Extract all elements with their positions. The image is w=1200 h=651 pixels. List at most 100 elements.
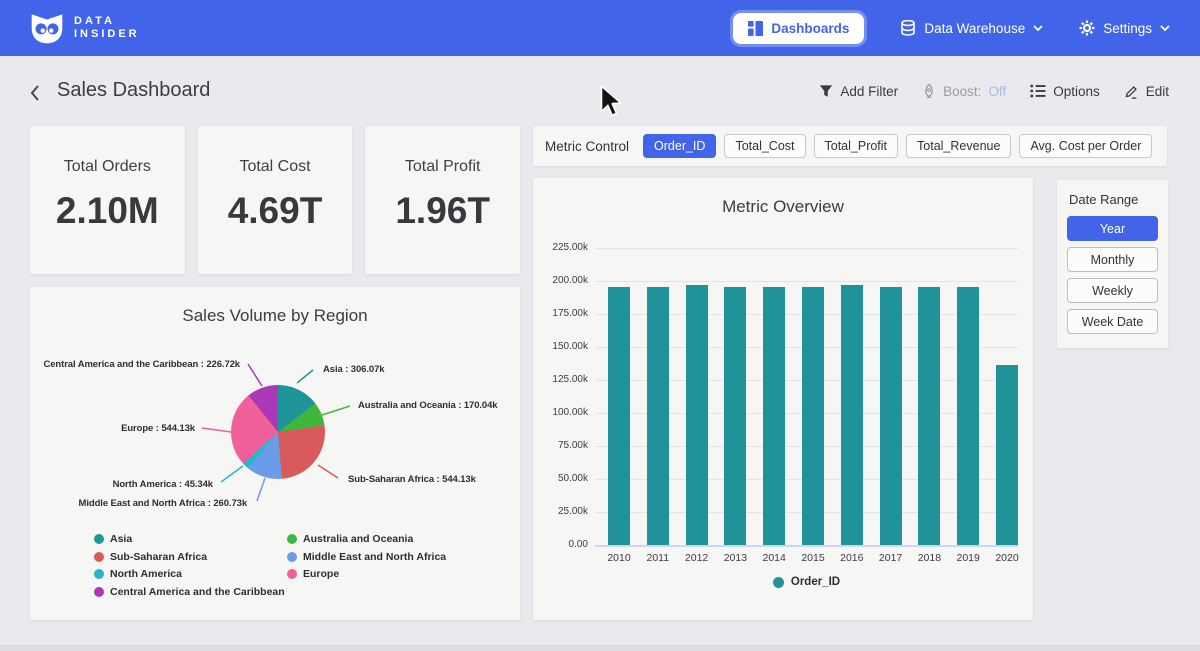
chevron-down-icon <box>1160 25 1170 32</box>
kpi-card-total-profit: Total Profit 1.96T <box>365 126 520 274</box>
legend-label: Sub-Saharan Africa <box>110 551 207 563</box>
pie-legend-item-asia[interactable]: Asia <box>94 533 132 545</box>
legend-dot <box>287 552 297 562</box>
pencil-icon <box>1124 84 1139 99</box>
x-tick-label: 2019 <box>948 552 988 564</box>
legend-label: Order_ID <box>791 576 840 588</box>
kpi-label: Total Orders <box>64 158 151 176</box>
pie-legend-item-europe[interactable]: Europe <box>287 568 339 580</box>
metric-button-avg-cost-per-order[interactable]: Avg. Cost per Order <box>1019 134 1152 158</box>
filter-funnel-icon <box>819 84 833 98</box>
metric-button-total-cost[interactable]: Total_Cost <box>724 134 805 158</box>
y-tick-label: 50.00k <box>533 473 588 484</box>
dashboards-button[interactable]: Dashboards <box>733 13 864 44</box>
gridline <box>595 281 1018 282</box>
metric-button-total-revenue[interactable]: Total_Revenue <box>906 134 1011 158</box>
pie-legend-item-middle-east-and-north-africa[interactable]: Middle East and North Africa <box>287 551 446 563</box>
database-icon <box>900 20 916 36</box>
legend-dot <box>773 577 784 588</box>
x-tick-label: 2020 <box>987 552 1027 564</box>
options-button[interactable]: Options <box>1030 84 1100 99</box>
date-range-button-weekly[interactable]: Weekly <box>1067 278 1158 303</box>
pie-callout-central-america-and-the-caribbean: Central America and the Caribbean : 226.… <box>43 359 240 370</box>
boost-state: Off <box>988 84 1006 99</box>
kpi-card-total-cost: Total Cost 4.69T <box>198 126 353 274</box>
bar-legend-item-order-id[interactable]: Order_ID <box>773 576 840 588</box>
pie-callout-europe: Europe : 544.13k <box>121 423 195 434</box>
metric-control-label: Metric Control <box>545 139 629 154</box>
y-tick-label: 100.00k <box>533 407 588 418</box>
y-tick-label: 125.00k <box>533 374 588 385</box>
chevron-left-icon <box>28 84 42 102</box>
app-logo[interactable]: DATA INSIDER <box>30 11 140 45</box>
metric-button-total-profit[interactable]: Total_Profit <box>814 134 899 158</box>
pie-legend-item-australia-and-oceania[interactable]: Australia and Oceania <box>287 533 413 545</box>
metric-overview-card: Metric Overview 0.00 25.00k 50.00k 75.00k 10… <box>533 178 1033 620</box>
legend-dot <box>287 534 297 544</box>
date-range-button-monthly[interactable]: Monthly <box>1067 247 1158 272</box>
kpi-label: Total Cost <box>239 158 310 176</box>
bar-2015[interactable] <box>802 287 824 545</box>
edit-button[interactable]: Edit <box>1124 84 1169 99</box>
pie-legend-item-central-america-and-the-caribbean[interactable]: Central America and the Caribbean <box>94 586 285 598</box>
bar-2018[interactable] <box>918 287 940 545</box>
bottom-strip <box>0 645 1200 651</box>
bar-2016[interactable] <box>841 285 863 545</box>
mouse-cursor <box>598 84 624 118</box>
kpi-row: Total Orders 2.10M Total Cost 4.69T Tota… <box>30 126 520 274</box>
x-tick-label: 2014 <box>754 552 794 564</box>
x-tick-label: 2012 <box>677 552 717 564</box>
pie-callout-middle-east-and-north-africa: Middle East and North Africa : 260.73k <box>79 498 247 509</box>
dashboard-grid-icon <box>748 21 763 36</box>
x-tick-label: 2013 <box>715 552 755 564</box>
legend-dot <box>94 534 104 544</box>
kpi-value: 4.69T <box>228 190 323 232</box>
x-tick-label: 2018 <box>909 552 949 564</box>
y-tick-label: 200.00k <box>533 275 588 286</box>
date-range-card: Date Range YearMonthlyWeeklyWeek Date <box>1057 180 1168 348</box>
legend-dot <box>94 587 104 597</box>
metric-buttons: Order_ID Total_Cost Total_Profit Total_Reve… <box>643 134 1152 158</box>
date-range-buttons: Year Monthly Weekly Week Date <box>1067 216 1158 334</box>
legend-label: North America <box>110 568 182 580</box>
date-range-button-week-date[interactable]: Week Date <box>1067 309 1158 334</box>
legend-dot <box>94 569 104 579</box>
x-tick-label: 2016 <box>832 552 872 564</box>
date-range-button-year[interactable]: Year <box>1067 216 1158 241</box>
y-tick-label: 75.00k <box>533 440 588 451</box>
gear-icon <box>1079 20 1095 36</box>
bar-2011[interactable] <box>647 287 669 545</box>
chevron-down-icon <box>1033 25 1043 32</box>
y-tick-label: 0.00 <box>533 539 588 550</box>
back-button[interactable] <box>28 84 46 102</box>
bar-2010[interactable] <box>608 287 630 545</box>
pie-chart[interactable] <box>231 385 325 479</box>
top-nav: DATA INSIDER Dashboards Data Warehou <box>0 0 1200 56</box>
metric-control-bar: Metric Control Order_ID Total_Cost Total_P… <box>533 126 1167 166</box>
y-tick-label: 150.00k <box>533 341 588 352</box>
add-filter-button[interactable]: Add Filter <box>819 84 898 99</box>
settings-menu[interactable]: Settings <box>1079 20 1170 36</box>
rocket-icon <box>922 83 936 99</box>
y-tick-label: 25.00k <box>533 506 588 517</box>
legend-label: Middle East and North Africa <box>303 551 446 563</box>
metric-button-order-id[interactable]: Order_ID <box>643 134 716 158</box>
bar-2012[interactable] <box>686 285 708 545</box>
bar-2017[interactable] <box>880 287 902 545</box>
kpi-card-total-orders: Total Orders 2.10M <box>30 126 185 274</box>
boost-toggle[interactable]: Boost: Off <box>922 83 1006 99</box>
bar-2013[interactable] <box>724 287 746 545</box>
gridline <box>595 248 1018 249</box>
pie-callout-australia-and-oceania: Australia and Oceania : 170.04k <box>358 400 497 411</box>
bar-2020[interactable] <box>996 365 1018 545</box>
bar-2019[interactable] <box>957 287 979 545</box>
pie-legend-item-sub-saharan-africa[interactable]: Sub-Saharan Africa <box>94 551 207 563</box>
bar-2014[interactable] <box>763 287 785 545</box>
data-warehouse-menu[interactable]: Data Warehouse <box>900 20 1043 36</box>
pie-callout-asia: Asia : 306.07k <box>323 364 384 375</box>
kpi-label: Total Profit <box>405 158 481 176</box>
bar-chart-title: Metric Overview <box>533 178 1033 217</box>
header-actions: Add Filter Boost: Off Options <box>819 83 1169 99</box>
pie-legend-item-north-america[interactable]: North America <box>94 568 182 580</box>
bar-chart-legend: Order_ID <box>595 576 1018 588</box>
